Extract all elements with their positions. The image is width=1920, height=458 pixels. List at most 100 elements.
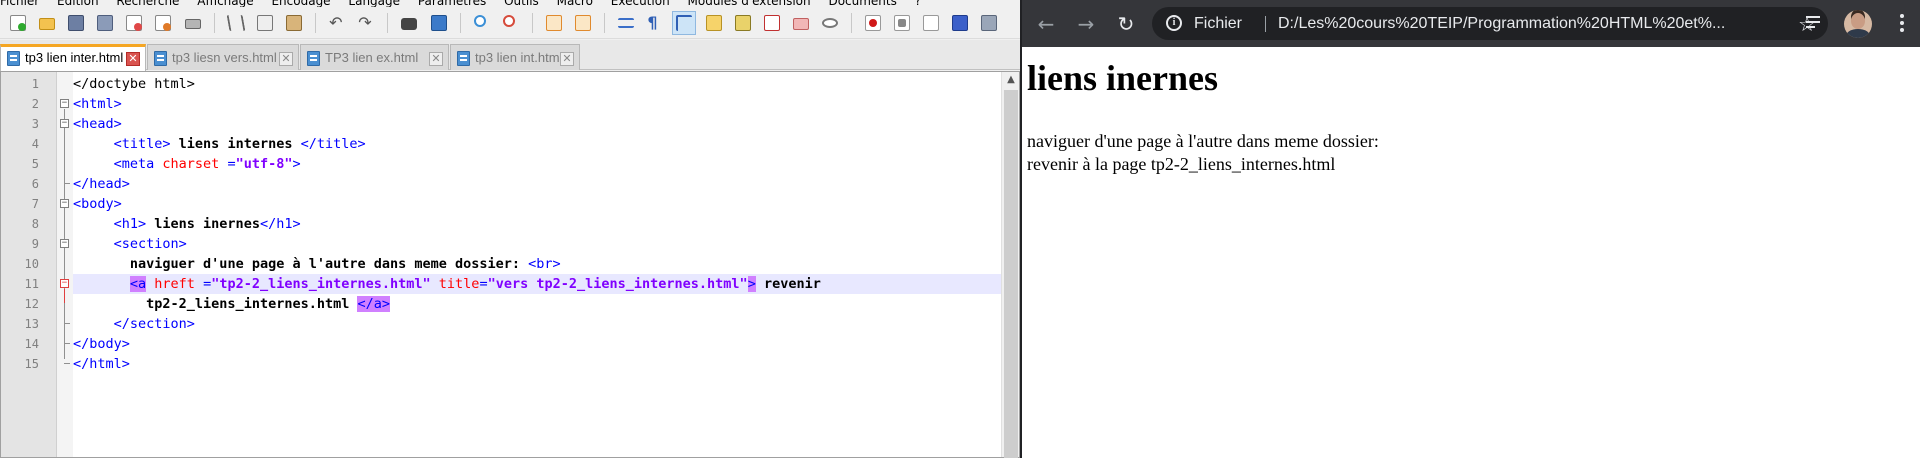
page-viewport: liens inernes naviguer d'une page à l'au… [1022,47,1920,458]
close-all-icon[interactable] [152,12,174,34]
code-tag: </h1> [259,216,301,232]
fold-toggle-html[interactable]: − [60,99,69,108]
undo-icon[interactable]: ↶ [326,12,348,34]
toolbar-separator [459,13,461,33]
stop-macro-icon[interactable] [891,12,913,34]
code-line: </html> [73,354,1001,374]
word-wrap-icon[interactable] [615,12,637,34]
fold-line [64,109,65,359]
record-macro-icon[interactable] [862,12,884,34]
fold-toggle-section[interactable]: − [60,239,69,248]
code-line: <h1> liens inernes</h1> [73,214,1001,234]
folder-workspace-icon[interactable] [790,12,812,34]
indent-guide-icon[interactable] [672,11,697,35]
code-text: tp2-2_liens_internes.html [146,296,358,312]
tab-tp3-lien-ex[interactable]: TP3 lien ex.html ✕ [300,44,449,70]
close-tab-icon[interactable]: ✕ [560,52,574,66]
cut-icon[interactable] [225,12,247,34]
code-text: naviguer d'une page à l'autre dans meme … [129,256,529,272]
fold-line [64,289,65,303]
save-all-icon[interactable] [94,12,116,34]
line-number: 15 [24,357,39,371]
fold-line [64,343,70,344]
close-tab-icon[interactable]: ✕ [279,52,293,66]
code-tag: > [292,156,301,172]
code-tag: </head> [73,176,130,192]
line-number: 6 [31,177,39,191]
scheme-label: Fichier [1194,15,1243,32]
code-line: <title> liens internes </title> [73,134,1001,154]
tab-tp3-lien-inter[interactable]: tp3 lien inter.html ✕ [0,44,146,71]
line-number: 4 [31,137,39,151]
zoom-in-icon[interactable] [471,12,493,34]
code-tag: </body> [73,336,130,352]
code-line: </body> [73,334,1001,354]
paste-icon[interactable] [283,12,305,34]
code-tag: <head> [73,116,122,132]
url-text[interactable]: D:/Les%20cours%20TEIP/Programmation%20HT… [1278,15,1778,33]
page-link-text[interactable]: revenir à la page tp2-2_liens_internes.h… [1027,154,1335,175]
fold-toggle-body[interactable]: − [60,199,69,208]
line-number: 2 [31,97,39,111]
reload-icon[interactable]: ↻ [1112,10,1140,38]
tab-tp3-liesn-vers[interactable]: tp3 liesn vers.html ✕ [147,44,299,70]
code-editor[interactable]: 1 2 3 4 5 6 7 8 9 10 11 12 13 14 15 − − … [0,71,1020,458]
fold-toggle-head[interactable]: − [60,119,69,128]
code-tag: </title> [300,136,366,152]
code-tag: <br> [528,256,561,272]
code-line: <meta charset ="utf-8"> [73,154,1001,174]
save-icon[interactable] [65,12,87,34]
scroll-up-icon[interactable]: ▲ [1005,74,1017,86]
back-arrow-icon[interactable]: ← [1032,10,1060,38]
line-number: 13 [24,317,39,331]
monitoring-icon[interactable] [819,12,841,34]
close-icon[interactable] [123,12,145,34]
media-control-icon[interactable] [1804,12,1826,34]
fold-margin: − − − − − [57,72,73,457]
open-file-icon[interactable] [36,12,58,34]
more-menu-icon[interactable] [1892,12,1912,34]
find-icon[interactable] [398,12,420,34]
code-tag: <h1> [113,216,147,232]
replace-icon[interactable] [428,12,450,34]
code-tag: </html> [73,356,130,372]
scroll-thumb[interactable] [1004,90,1018,458]
page-text-line: naviguer d'une page à l'autre dans meme … [1027,131,1379,151]
copy-icon[interactable] [254,12,276,34]
html-file-icon [457,51,470,66]
code-area[interactable]: </doctybe html> <html> <head> <title> li… [73,72,1001,457]
doc-map-icon[interactable] [732,12,754,34]
code-tag: = [479,276,488,292]
function-list-icon[interactable] [761,12,783,34]
address-bar[interactable]: i Fichier D:/Les%20cours%20TEIP/Programm… [1152,7,1828,40]
forward-arrow-icon[interactable]: → [1072,10,1100,38]
close-tab-icon[interactable]: ✕ [429,52,443,66]
close-tab-icon[interactable]: ✕ [126,52,140,66]
code-line: <html> [73,94,1001,114]
code-attr-value: "tp2-2_liens_internes.html" [211,276,431,292]
sync-horizontal-icon[interactable] [572,12,594,34]
run-macro-multiple-icon[interactable] [949,12,971,34]
fold-toggle-anchor[interactable]: − [60,279,69,288]
user-language-icon[interactable] [703,12,725,34]
profile-avatar[interactable] [1844,10,1872,38]
html-file-icon [7,51,20,66]
sync-vertical-icon[interactable] [543,12,565,34]
print-icon[interactable] [182,12,204,34]
tab-tp3-lien-int[interactable]: tp3 lien int.html ✕ [450,44,580,70]
new-file-icon[interactable] [7,12,29,34]
line-number: 9 [31,237,39,251]
save-macro-icon[interactable] [978,12,1000,34]
code-tag: > [747,276,756,292]
vertical-scrollbar[interactable]: ▲ [1001,72,1019,458]
show-all-chars-icon[interactable]: ¶ [644,12,666,34]
code-line: </head> [73,174,1001,194]
code-line: naviguer d'une page à l'autre dans meme … [73,254,1001,274]
play-macro-icon[interactable] [920,12,942,34]
fold-line [64,183,70,184]
code-attr-value: "vers tp2-2_liens_internes.html" [487,276,748,292]
redo-icon[interactable]: ↷ [355,12,377,34]
zoom-out-icon[interactable] [500,12,522,34]
site-info-icon[interactable]: i [1166,15,1182,31]
tab-label: tp3 lien inter.html [25,50,124,65]
